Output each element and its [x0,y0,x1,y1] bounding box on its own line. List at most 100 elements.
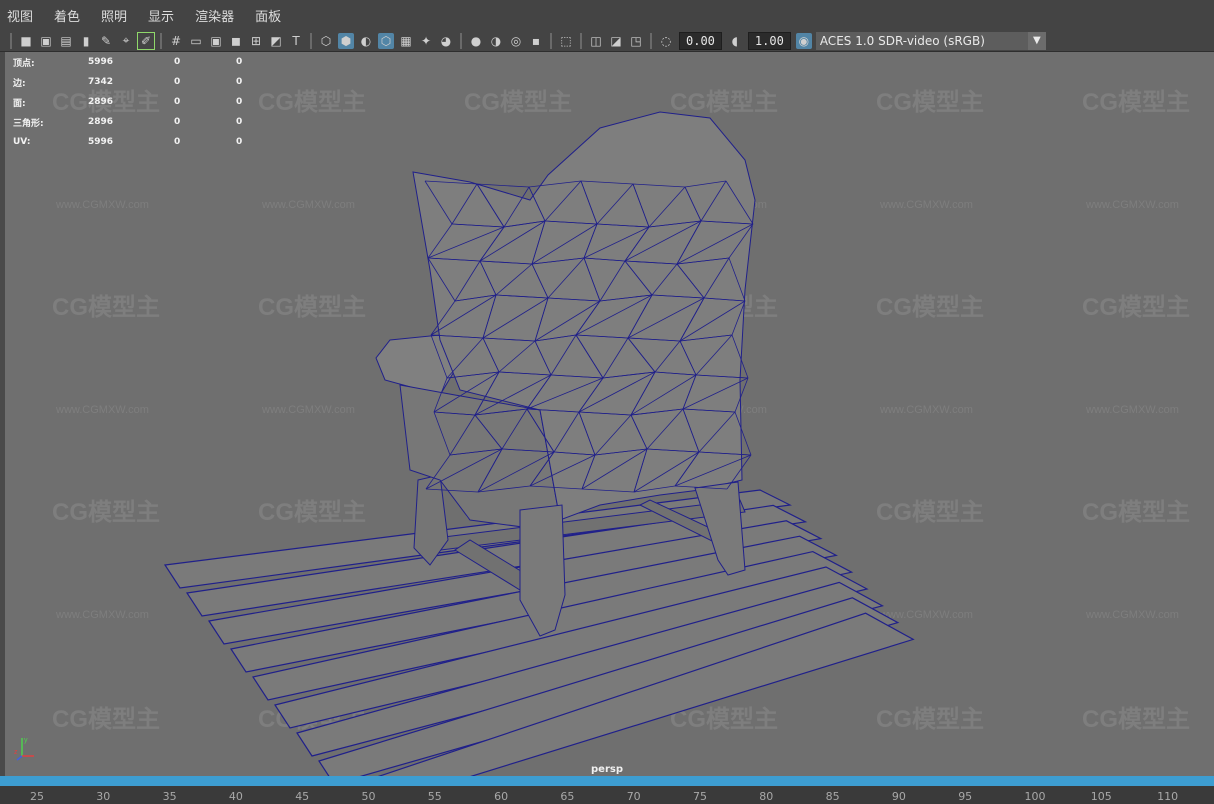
axis-gizmo-icon: y z [14,737,34,761]
field-chart-icon[interactable]: ⊞ [248,33,264,49]
isolate-select-icon[interactable]: ⬚ [558,33,574,49]
watermark-logo: CG模型主 [1082,89,1190,116]
xray-active-icon[interactable]: ◪ [608,33,624,49]
watermark-logo: CG模型主 [52,294,160,321]
hud-value: 7342 [88,77,114,87]
camera-icon[interactable]: ■ [18,33,34,49]
default-material-icon[interactable]: ◐ [358,33,374,49]
lights-icon[interactable]: ✦ [418,33,434,49]
timeline-tick-label: 75 [693,790,707,803]
resolution-gate-icon[interactable]: ▣ [208,33,224,49]
time-slider-range-bar[interactable] [0,776,1214,786]
grease-pencil-icon[interactable]: ✎ [98,33,114,49]
timeline[interactable]: 25 30 35 40 45 50 55 60 65 70 75 80 85 90 95 100 105 110 [0,786,1214,804]
timeline-tick-label: 40 [228,790,243,803]
timeline-tick-label: 70 [626,790,641,803]
hud-label-triangles: 三角形: [13,118,44,129]
exposure-field[interactable]: 0.00 [679,31,722,50]
timeline-tick-label: 100 [1024,790,1046,803]
hud-label-uvs: UV: [13,137,31,147]
watermark-logo: CG模型主 [876,294,984,321]
gamma-icon[interactable]: ◖ [727,33,743,49]
watermark-url: www.CGMXW.com [55,609,149,621]
safe-title-icon[interactable]: T [288,33,304,49]
wireframe-icon[interactable]: ⬡ [318,33,334,49]
watermark-logo: CG模型主 [670,89,778,116]
watermark-logo: CG模型主 [1082,294,1190,321]
toolbar-separator [10,32,12,49]
watermark-url: www.CGMXW.com [261,199,355,211]
depth-of-field-icon[interactable]: ▪ [528,33,544,49]
gate-mask-icon[interactable]: ◼ [228,33,244,49]
watermark-url: www.CGMXW.com [261,404,355,416]
watermark-logo: CG模型主 [876,89,984,116]
grid-icon[interactable]: # [168,33,184,49]
color-space-label: ACES 1.0 SDR-video (sRGB) [819,33,985,48]
color-management-icon[interactable]: ◉ [795,32,812,49]
textured-icon[interactable]: ▦ [398,33,414,49]
film-gate-icon[interactable]: ▭ [188,33,204,49]
hud-value: 5996 [88,137,114,147]
safe-action-icon[interactable]: ◩ [268,33,284,49]
hud-row: 面: 2896 0 0 [13,92,298,112]
exposure-icon[interactable]: ◌ [658,33,674,49]
toolbar-separator [310,32,312,49]
timeline-tick-label: 90 [891,790,906,803]
bookmark-icon[interactable]: ▤ [58,33,74,49]
panel-toolbar: ■ ▣ ▤ ▮ ✎ ⌖ ✐ # ▭ ▣ ◼ ⊞ ◩ T ⬡ ⬢ ◐ ⬡ ▦ ✦ … [0,30,1214,52]
wireframe-on-shaded-icon[interactable]: ⬡ [378,32,394,49]
viewport-scene: CG模型主 www.CGMXW.com CG模型主 www.CGMXW.com CG模型… [52,89,1190,776]
2d-pan-zoom-icon[interactable]: ⌖ [118,33,134,49]
hud-value: 0 [236,117,243,127]
menu-bar: 视图 着色 照明 显示 渲染器 面板 [0,0,1214,30]
hud-value: 0 [174,117,181,127]
watermark-logo: CG模型主 [258,499,366,526]
watermark-logo: CG模型主 [52,706,160,733]
watermark-url: www.CGMXW.com [879,199,973,211]
pencil-tool-icon[interactable]: ✐ [137,31,155,50]
watermark-url: www.CGMXW.com [879,609,973,621]
watermark-url: www.CGMXW.com [55,404,149,416]
motion-blur-icon[interactable]: ◑ [488,33,504,49]
screen-space-ao-icon[interactable]: ● [468,33,484,49]
watermark-logo: CG模型主 [464,89,572,116]
smooth-shade-icon[interactable]: ⬢ [338,32,354,49]
color-space-dropdown[interactable]: ACES 1.0 SDR-video (sRGB) ▼ [815,31,1046,50]
menu-renderer[interactable]: 渲染器 [192,6,237,25]
camera-attributes-icon[interactable]: ▣ [38,33,54,49]
hud-label-vertices: 顶点: [13,58,35,69]
timeline-tick-label: 105 [1090,790,1112,803]
watermark-logo: CG模型主 [1082,499,1190,526]
hud-label-faces: 面: [13,98,26,109]
watermark-url: www.CGMXW.com [1085,199,1179,211]
timeline-tick-label: 25 [30,790,44,803]
menu-show[interactable]: 显示 [145,6,177,25]
xray-joints-icon[interactable]: ◳ [628,33,644,49]
hud-row: UV: 5996 0 0 [13,132,298,152]
watermark-logo: CG模型主 [876,706,984,733]
menu-view[interactable]: 视图 [4,6,36,25]
hud-value: 0 [174,77,181,87]
hud-value: 2896 [88,117,114,127]
menu-shading[interactable]: 着色 [51,6,83,25]
camera-name-label: persp [591,764,623,775]
hud-row: 边: 7342 0 0 [13,72,298,92]
menu-lighting[interactable]: 照明 [98,6,130,25]
hud-label-edges: 边: [13,78,26,89]
timeline-tick-label: 55 [427,790,442,803]
hud-value: 0 [174,97,181,107]
chevron-down-icon[interactable]: ▼ [1027,31,1046,50]
anti-aliasing-icon[interactable]: ◎ [508,33,524,49]
watermark-logo: CG模型主 [1082,706,1190,733]
timeline-tick-label: 30 [96,790,111,803]
hud-value: 0 [174,57,181,67]
timeline-tick-label: 95 [958,790,973,803]
shadows-icon[interactable]: ◕ [438,33,454,49]
menu-panels[interactable]: 面板 [252,6,284,25]
timeline-tick-label: 45 [295,790,310,803]
persp-viewport[interactable]: CG模型主 www.CGMXW.com CG模型主 www.CGMXW.com CG模型… [5,52,1214,776]
xray-icon[interactable]: ◫ [588,33,604,49]
image-plane-icon[interactable]: ▮ [78,33,94,49]
gamma-field[interactable]: 1.00 [747,31,791,50]
hud-value: 0 [174,137,181,147]
